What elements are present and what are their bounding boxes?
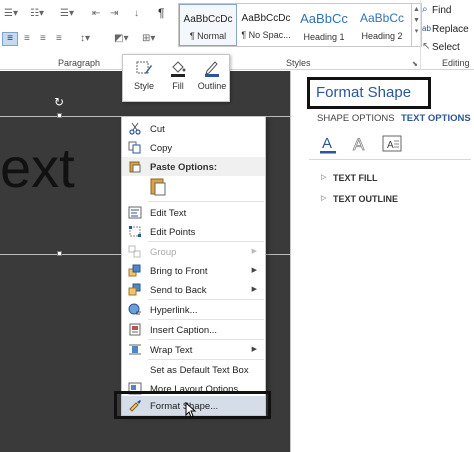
style-heading-1[interactable]: AaBbCc Heading 1: [295, 4, 353, 46]
layout-properties-button[interactable]: A: [381, 133, 403, 155]
expand-arrow-icon: ▷: [321, 195, 327, 202]
style-heading-2[interactable]: AaBbCc Heading 2: [353, 4, 411, 46]
copy-icon: [128, 141, 141, 154]
resize-handle-bottom[interactable]: [57, 251, 62, 256]
pen-outline-icon: [205, 61, 219, 77]
bullets-icon[interactable]: ☰▾: [4, 9, 18, 19]
find-icon: ⌕: [422, 4, 428, 15]
styles-group-label: Styles: [286, 58, 311, 68]
text-effects-icon: A: [353, 135, 366, 155]
style-normal[interactable]: AaBbCcDc ¶ Normal: [179, 4, 237, 46]
borders-icon[interactable]: ⊞▾: [142, 34, 155, 44]
clipboard-icon: [129, 161, 141, 173]
format-shape-pane: Format Shape SHAPE OPTIONS TEXT OPTIONS …: [290, 71, 474, 452]
shape-text[interactable]: ext: [0, 135, 75, 200]
submenu-arrow-icon: ▶: [251, 248, 257, 255]
styles-gallery: AaBbCcDc ¶ Normal AaBbCcDc ¶ No Spac... …: [178, 3, 412, 47]
style-no-spacing[interactable]: AaBbCcDc ¶ No Spac...: [237, 4, 295, 46]
ribbon: ☰▾ ☷▾ ☰▾ ⇤ ⇥ ↓ ¶ ≡ ≡ ≡ ≡ ↕▾ ◩▾ ⊞▾ Paragr…: [0, 0, 474, 70]
submenu-arrow-icon: ▶: [251, 346, 257, 353]
find-button[interactable]: Find: [432, 5, 451, 16]
text-fill-icon: A: [320, 135, 336, 154]
tab-shape-options[interactable]: SHAPE OPTIONS: [317, 113, 395, 124]
decrease-indent-icon[interactable]: ⇤: [92, 9, 100, 19]
text-box-layout-icon: A: [382, 135, 402, 152]
edit-points-icon: [129, 226, 141, 237]
group-icon: [128, 245, 141, 258]
mouse-cursor-icon: [185, 402, 197, 418]
section-text-outline[interactable]: TEXT OUTLINE: [333, 194, 398, 204]
menu-item-insert-caption[interactable]: Insert Caption...: [122, 320, 265, 339]
svg-text:A: A: [322, 135, 332, 152]
justify-icon[interactable]: ≡: [56, 34, 62, 44]
pane-divider: [309, 159, 471, 160]
sort-icon[interactable]: ↓: [134, 9, 139, 19]
menu-item-set-default-text-box[interactable]: Set as Default Text Box: [122, 360, 265, 379]
text-fill-outline-button[interactable]: A: [317, 133, 339, 155]
paste-keep-text-only-button[interactable]: [148, 177, 168, 197]
pane-title-highlight-box: Format Shape: [307, 77, 431, 109]
section-text-fill[interactable]: TEXT FILL: [333, 173, 378, 183]
styles-launcher-icon[interactable]: ⬊: [412, 60, 418, 70]
pane-title: Format Shape: [316, 84, 412, 101]
fill-button[interactable]: Fill: [161, 59, 195, 99]
menu-item-send-to-back[interactable]: Send to Back ▶: [122, 280, 265, 299]
menu-item-cut[interactable]: Cut: [122, 119, 265, 138]
align-left-icon[interactable]: ≡: [2, 32, 18, 46]
resize-handle-top[interactable]: [57, 113, 62, 118]
mini-toolbar: Style Fill Outline: [122, 54, 230, 102]
replace-button[interactable]: Replace: [432, 24, 469, 35]
numbering-icon[interactable]: ☷▾: [30, 9, 44, 19]
increase-indent-icon[interactable]: ⇥: [110, 9, 118, 19]
rotate-handle-icon[interactable]: ↻: [54, 95, 64, 109]
submenu-arrow-icon: ▶: [251, 286, 257, 293]
replace-icon: ab: [422, 24, 431, 33]
paragraph-group-label: Paragraph: [58, 58, 101, 68]
menu-item-copy[interactable]: Copy: [122, 138, 265, 157]
svg-text:A: A: [353, 135, 365, 154]
select-icon: ↖: [422, 41, 431, 52]
align-center-icon[interactable]: ≡: [24, 34, 30, 44]
wrap-text-icon: [129, 344, 141, 355]
line-spacing-icon[interactable]: ↕▾: [80, 34, 90, 44]
shading-icon[interactable]: ◩▾: [114, 34, 128, 44]
group-divider: [420, 0, 421, 70]
paste-clipboard-icon: [150, 178, 166, 196]
bring-to-front-icon: [128, 264, 141, 277]
align-right-icon[interactable]: ≡: [40, 34, 46, 44]
style-button[interactable]: Style: [127, 59, 161, 99]
menu-item-edit-text[interactable]: Edit Text: [122, 203, 265, 222]
show-formatting-icon[interactable]: ¶: [158, 7, 164, 19]
svg-text:A: A: [387, 140, 394, 151]
menu-item-paste-options: Paste Options:: [122, 157, 265, 176]
menu-item-group: Group ▶: [122, 242, 265, 261]
select-button[interactable]: Select: [432, 42, 460, 53]
shape-style-icon: [136, 61, 152, 74]
send-to-back-icon: [128, 283, 141, 296]
multilevel-list-icon[interactable]: ☰▾: [60, 9, 74, 19]
menu-item-wrap-text[interactable]: Wrap Text ▶: [122, 340, 265, 359]
paint-bucket-icon: [171, 61, 186, 77]
editing-group-label: Editing: [442, 58, 470, 68]
outline-button[interactable]: Outline: [195, 59, 229, 99]
menu-item-edit-points[interactable]: Edit Points: [122, 222, 265, 241]
edit-text-icon: [128, 206, 142, 219]
expand-arrow-icon: ▷: [321, 174, 327, 181]
menu-item-hyperlink[interactable]: Hyperlink...: [122, 300, 265, 319]
text-effects-button[interactable]: A: [349, 133, 371, 155]
insert-caption-icon: [129, 323, 141, 336]
scissors-icon: [129, 122, 141, 135]
tab-text-options[interactable]: TEXT OPTIONS: [401, 113, 471, 124]
hyperlink-globe-icon: [128, 303, 141, 315]
submenu-arrow-icon: ▶: [251, 267, 257, 274]
context-menu: Cut Copy Paste Options: Edit Text Edit P…: [121, 116, 266, 416]
menu-item-bring-to-front[interactable]: Bring to Front ▶: [122, 261, 265, 280]
menu-separator: [148, 201, 264, 202]
